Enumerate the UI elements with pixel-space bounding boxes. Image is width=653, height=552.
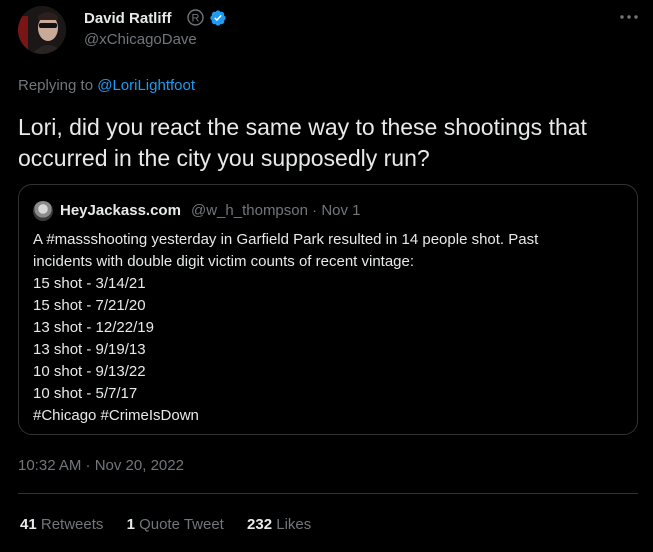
replying-to-label: Replying to [18, 77, 98, 94]
tweet-timestamp[interactable]: 10:32 AM · Nov 20, 2022 [18, 457, 184, 474]
quoted-tweet-card[interactable]: HeyJackass.com @w_h_thompson · Nov 1 A #… [18, 184, 638, 435]
quote-tweets-count: 1 [126, 516, 135, 533]
quote-tweets-label: Quote Tweet [134, 516, 224, 533]
verified-badge-icon [210, 10, 226, 26]
quoted-text-line: #Chicago #CrimeIsDown [33, 407, 199, 424]
engagement-stats: 41 Retweets 1 Quote Tweet 232 Likes [20, 516, 330, 533]
quoted-text-line: 10 shot - 9/13/22 [33, 363, 146, 380]
retweets-stat[interactable]: 41 Retweets [20, 516, 103, 533]
quoted-text-line: 10 shot - 5/7/17 [33, 385, 138, 402]
quoted-tweet-text: A #massshooting yesterday in Garfield Pa… [33, 229, 628, 427]
quoted-text-line: incidents with double digit victim count… [33, 253, 415, 270]
likes-label: Likes [272, 516, 312, 533]
svg-text:R: R [192, 13, 200, 25]
likes-stat[interactable]: 232 Likes [247, 516, 311, 533]
quoted-tweet-meta: @w_h_thompson · Nov 1 [191, 202, 361, 219]
quoted-text-line: 13 shot - 12/22/19 [33, 319, 154, 336]
replying-to: Replying to @LoriLightfoot [18, 77, 195, 94]
quote-tweets-stat[interactable]: 1 Quote Tweet [127, 516, 224, 533]
quoted-author-name: HeyJackass.com [60, 202, 181, 219]
quoted-text-line: 13 shot - 9/19/13 [33, 341, 146, 358]
retweets-count: 41 [20, 516, 37, 533]
author-avatar[interactable] [18, 6, 66, 54]
quoted-tweet-date: Nov 1 [321, 202, 361, 219]
tweet-text: Lori, did you react the same way to thes… [18, 114, 587, 171]
author-handle[interactable]: @xChicagoDave [84, 31, 197, 48]
reply-mention-link[interactable]: @LoriLightfoot [97, 77, 195, 94]
retweets-label: Retweets [36, 516, 104, 533]
divider [18, 493, 638, 494]
quoted-author-handle: @w_h_thompson [191, 202, 308, 219]
quoted-author-avatar [33, 201, 53, 221]
quoted-text-line: A #massshooting yesterday in Garfield Pa… [33, 231, 539, 248]
quoted-text-line: 15 shot - 3/14/21 [33, 275, 146, 292]
registered-icon: R [187, 9, 204, 26]
more-horizontal-icon[interactable] [618, 12, 640, 22]
meta-separator: · [312, 202, 318, 219]
quoted-text-line: 15 shot - 7/21/20 [33, 297, 146, 314]
likes-count: 232 [247, 516, 273, 533]
author-name[interactable]: David Ratliff [84, 10, 172, 27]
